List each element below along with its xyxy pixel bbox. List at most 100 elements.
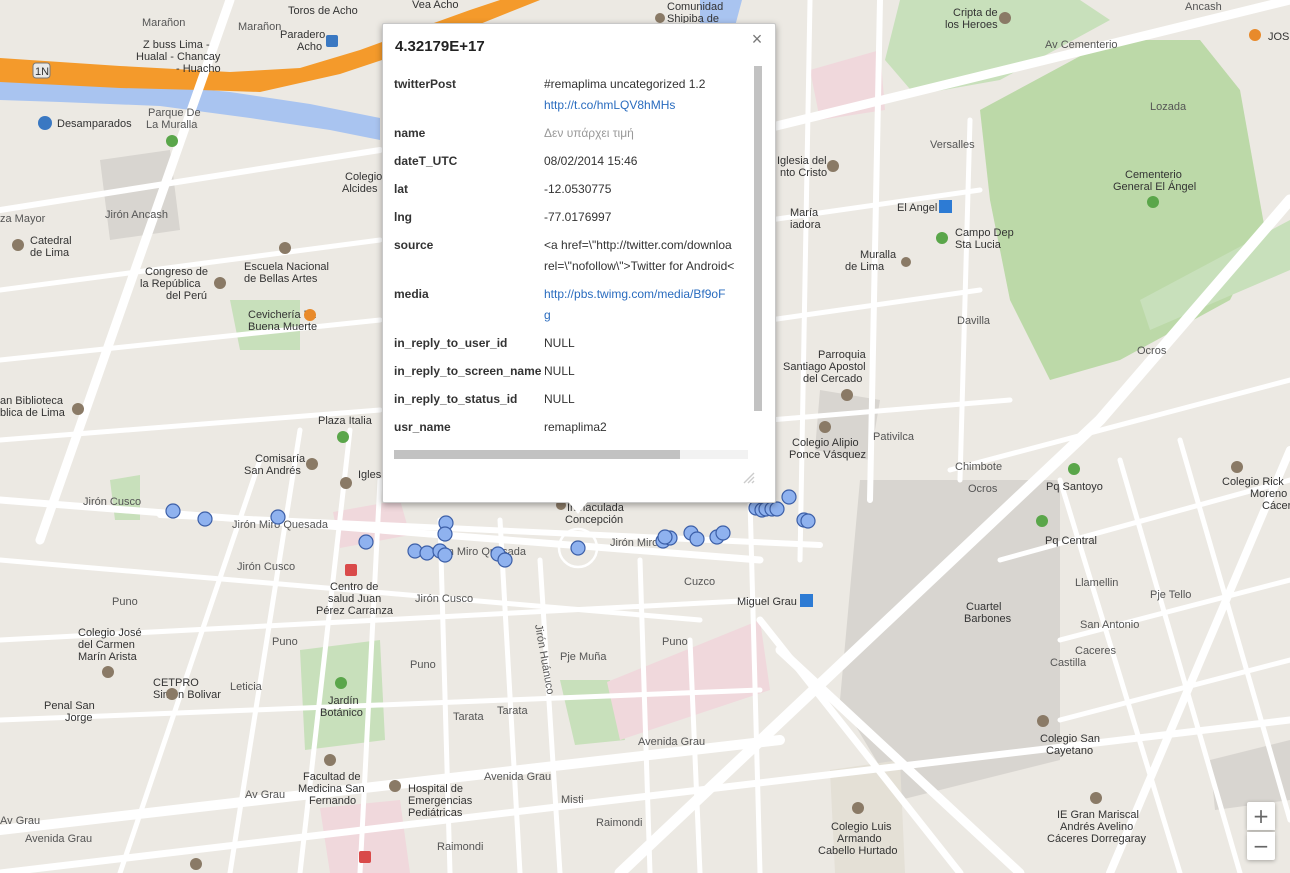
label-muralla2: de Lima [845,261,885,273]
label-maranon2: Marañon [238,21,281,33]
label-avgrau-bottom2: Av Grau [245,789,285,801]
label-cusco3: Jirón Cusco [415,593,473,605]
attribute-key: media [394,287,429,301]
label-centro-salud1: Centro de [330,581,378,593]
label-pativilca: Pativilca [873,431,915,443]
label-escuela2: de Bellas Artes [244,273,318,285]
attribute-value-line: remaplima2 [544,420,607,434]
school-icon [1037,715,1049,727]
label-elangel: El Angel [897,202,937,214]
horizontal-scrollbar-thumb[interactable] [394,450,680,459]
label-iglesia2: nto Cristo [780,167,827,179]
label-colegio-moreno2: Moreno [1250,488,1287,500]
restaurant-icon [304,309,316,321]
attribute-row: twitterPost #remaplima uncategorized 1.2 h… [394,74,748,123]
label-tarata: Tarata [453,711,484,723]
label-mayor: za Mayor [0,213,46,225]
label-cuartel2: Barbones [964,613,1012,625]
school-icon [102,666,114,678]
attribute-value: -77.0176997 [544,207,748,235]
label-puno3: Puno [410,659,436,671]
label-maria1: María [790,207,819,219]
attribute-value: http://pbs.twimg.com/media/Bf9oF g [544,284,748,333]
label-antonio: San Antonio [1080,619,1139,631]
label-colegio-armando2: Armando [837,833,882,845]
label-route: 1N [35,66,49,78]
attribute-row: dateT_UTC 08/02/2014 15:46 [394,151,748,179]
label-campo2: Sta Lucia [955,239,1002,251]
label-cem2: General El Ángel [1113,180,1196,193]
label-colegio-alcides1: Colegio [345,171,382,183]
label-pq-central: Pq Central [1045,535,1097,547]
label-caceres: Caceres [1075,645,1116,657]
zoom-in-button[interactable]: + [1247,802,1275,830]
school-icon [1090,792,1102,804]
attribute-value: -12.0530775 [544,179,748,207]
label-maria2: iadora [790,219,821,231]
school-icon [852,802,864,814]
attribute-link[interactable]: http://pbs.twimg.com/media/Bf9oF [544,284,748,305]
attribute-value: #remaplima uncategorized 1.2 http://t.co/… [544,74,748,123]
label-ocros2: Ocros [1137,345,1167,357]
label-ocros: Ocros [968,483,998,495]
label-muralla1: Muralla [860,249,897,261]
label-hospital2: Emergencias [408,795,473,807]
zoom-out-button[interactable]: − [1247,832,1275,860]
attribute-link[interactable]: g [544,305,748,326]
label-parque2: La Muralla [146,119,198,131]
label-davilla: Davilla [957,315,991,327]
tweet-marker [689,531,705,547]
label-campo1: Campo Dep [955,227,1014,239]
label-josl: JOSI [1268,31,1290,43]
label-iglesia-sa: Igles [358,469,382,481]
school-icon [1231,461,1243,473]
attribute-key: name [394,126,426,140]
attribute-link[interactable]: http://t.co/hmLQV8hMHs [544,95,748,116]
label-colegio-jose2: del Carmen [78,639,135,651]
label-centro-salud3: Pérez Carranza [316,605,394,617]
resize-handle-icon[interactable] [743,472,757,486]
label-colegio-cayetano2: Cayetano [1046,745,1093,757]
label-jardin2: Botánico [320,707,363,719]
school-icon [279,242,291,254]
attribute-panel[interactable]: twitterPost #remaplima uncategorized 1.2 h… [394,74,748,444]
label-inmaculada2: Concepción [565,514,623,526]
vertical-scrollbar-thumb[interactable] [754,66,762,411]
label-cripta2: los Heroes [945,19,998,31]
label-parroquia2: Santiago Apostol [783,361,866,373]
tweet-marker [800,513,816,529]
attribute-row: name Δεν υπάρχει τιμή [394,123,748,151]
label-cuzco: Cuzco [684,576,715,588]
attribute-key: twitterPost [394,77,457,91]
label-ie2: Andrés Avelino [1060,821,1133,833]
label-colegio-armando3: Cabello Hurtado [818,845,898,857]
label-puno4: Puno [662,636,688,648]
tweet-marker [197,511,213,527]
attribute-value: NULL [544,333,748,361]
attribute-value-line: 08/02/2014 15:46 [544,154,638,168]
attribute-value-line: -12.0530775 [544,182,612,196]
label-congreso2: la República [140,278,201,290]
label-colegio-moreno1: Colegio Rick [1222,476,1284,488]
label-colegio-jose3: Marín Arista [78,651,138,663]
info-window-title: 4.32179E+17 [395,38,485,55]
label-tarata2: Tarata [497,705,528,717]
hospital-building-icon [389,780,401,792]
label-zbuss3: - Huacho [176,63,221,75]
label-pjemuna: Pje Muña [560,651,607,663]
label-colegio-armando1: Colegio Luis [831,821,892,833]
place-of-worship-icon [340,477,352,489]
bus-stop-icon [326,35,338,47]
label-jardin1: Jardín [328,695,359,707]
attribute-value-line: Δεν υπάρχει τιμή [544,126,634,140]
attribute-key: in_reply_to_screen_name [394,364,542,378]
label-parque1: Parque De [148,107,201,119]
attribute-table: twitterPost #remaplima uncategorized 1.2 h… [394,74,748,444]
label-zbuss1: Z buss Lima - [143,39,210,51]
attribute-row: source <a href=\"http://twitter.com/downl… [394,235,748,284]
attribute-value: NULL [544,361,748,389]
close-icon[interactable]: × [749,30,765,48]
label-comisaria1: Comisaría [255,453,306,465]
tweet-marker [715,525,731,541]
label-desamparados: Desamparados [57,118,132,130]
